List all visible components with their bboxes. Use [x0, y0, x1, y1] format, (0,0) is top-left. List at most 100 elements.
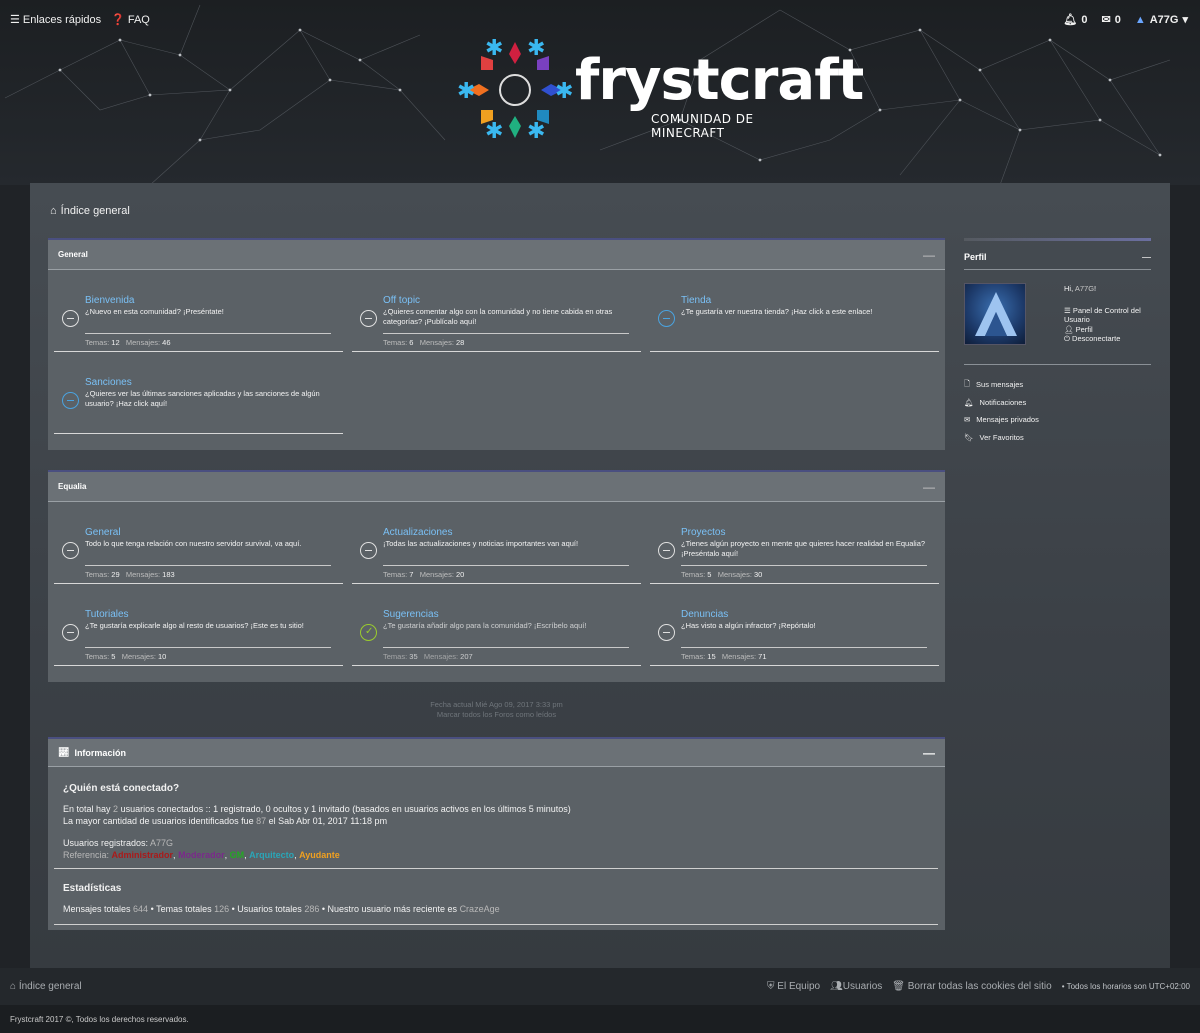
- mark-all-read-link[interactable]: Marcar todos los Foros como leídos: [48, 710, 945, 719]
- site-logo[interactable]: ✱ ✱ ✱ ✱ ✱ ✱ frystcraft COMUNIDAD DE MINE…: [455, 28, 864, 148]
- collapse-icon[interactable]: —: [923, 746, 935, 760]
- forum-title[interactable]: Tienda: [681, 295, 711, 306]
- forum-stats: Temas: 15 Mensajes: 71: [681, 652, 767, 661]
- forum-description: ¡Todas las actualizaciones y noticias im…: [383, 539, 579, 548]
- category-header: Equalia —: [48, 472, 945, 502]
- bookmarks-link[interactable]: 🔖︎ Ver Favoritos: [964, 429, 1039, 447]
- profile-link[interactable]: 👤︎ Perfil: [1064, 325, 1154, 335]
- team-link[interactable]: ⛨ El Equipo: [767, 981, 820, 992]
- info-header: 📈︎ Información —: [48, 739, 945, 767]
- forum-stats: Temas: 12 Mensajes: 46: [85, 338, 171, 347]
- faq-link[interactable]: ❓ FAQ: [111, 13, 150, 27]
- profile-menu: 🗋 Sus mensajes 🔔︎ Notificaciones ✉ Mensajes…: [964, 376, 1039, 446]
- forum-title[interactable]: Tutoriales: [85, 609, 129, 620]
- forum-description: ¿Has visto a algún infractor? ¡Repórtalo…: [681, 621, 816, 630]
- registered-users: Usuarios registrados: A77G: [63, 838, 174, 848]
- ucp-link[interactable]: ☰ Panel de Control del Usuario: [1064, 306, 1154, 325]
- online-summary: En total hay 2 usuarios conectados :: 1 …: [63, 804, 571, 814]
- forum-read-icon: [658, 542, 675, 559]
- forum-stats: Temas: 5 Mensajes: 10: [85, 652, 167, 661]
- collapse-icon[interactable]: —: [1142, 252, 1151, 262]
- members-link[interactable]: 👥︎Usuarios: [830, 981, 882, 992]
- forum-row[interactable]: General Todo lo que tenga relación con n…: [48, 502, 343, 584]
- forum-description: ¿Quieres comentar algo con la comunidad …: [383, 307, 613, 326]
- main-content: ⌂ Índice general General — Bienvenida ¿N…: [30, 183, 1170, 968]
- forum-title[interactable]: Proyectos: [681, 527, 725, 538]
- bookmark-icon: 🔖︎: [964, 432, 974, 442]
- avatar-logo-icon: [975, 292, 1017, 336]
- forum-title[interactable]: Off topic: [383, 295, 420, 306]
- current-date: Fecha actual Mié Ago 09, 2017 3:33 pm: [430, 700, 563, 709]
- forum-stats: Temas: 6 Mensajes: 28: [383, 338, 465, 347]
- forum-title[interactable]: Sugerencias: [383, 609, 439, 620]
- who-online-title: ¿Quién está conectado?: [63, 783, 180, 794]
- private-messages-button[interactable]: ✉ 0: [1101, 13, 1120, 27]
- timezone-note: • Todos los horarios son UTC+02:00: [1061, 982, 1190, 991]
- forum-row[interactable]: Proyectos ¿Tienes algún proyecto en ment…: [644, 502, 939, 584]
- quick-links-menu[interactable]: ☰ Enlaces rápidos: [10, 13, 101, 27]
- svg-text:✱: ✱: [555, 79, 573, 104]
- snowflake-logo-icon: ✱ ✱ ✱ ✱ ✱ ✱: [457, 36, 573, 144]
- bell-icon: 🔔︎: [964, 397, 974, 407]
- footer-nav: ⌂ Índice general ⛨ El Equipo 👥︎Usuarios …: [0, 968, 1200, 1005]
- user-avatar-icon: ▲: [1134, 13, 1146, 26]
- power-icon: ⏻: [1064, 334, 1070, 343]
- svg-text:✱: ✱: [485, 36, 503, 61]
- forum-read-icon: [360, 542, 377, 559]
- svg-text:✱: ✱: [457, 79, 475, 104]
- profile-sidebar: Perfil — Hi, A77G! ☰ Panel de Control de…: [964, 238, 1151, 442]
- svg-text:✱: ✱: [527, 119, 545, 144]
- breadcrumb[interactable]: ⌂ Índice general: [50, 205, 130, 217]
- category-general: General — Bienvenida ¿Nuevo en esta comu…: [48, 238, 945, 450]
- private-messages-link[interactable]: ✉ Mensajes privados: [964, 411, 1039, 429]
- logout-link[interactable]: ⏻ Desconectarte: [1064, 334, 1154, 344]
- logo-subtitle: COMUNIDAD DE MINECRAFT: [651, 112, 754, 140]
- delete-cookies-link[interactable]: 🗑︎ Borrar todas las cookies del sitio: [892, 981, 1051, 992]
- collapse-icon[interactable]: —: [923, 480, 935, 494]
- svg-text:✱: ✱: [485, 119, 503, 144]
- legend-gm[interactable]: GM: [230, 850, 245, 860]
- user-link[interactable]: A77G: [150, 838, 173, 848]
- my-posts-link[interactable]: 🗋 Sus mensajes: [964, 376, 1039, 394]
- notifications-link[interactable]: 🔔︎ Notificaciones: [964, 394, 1039, 412]
- trash-icon: 🗑︎: [892, 981, 905, 992]
- forum-row[interactable]: Off topic ¿Quieres comentar algo con la …: [346, 270, 641, 352]
- forum-title[interactable]: General: [85, 527, 121, 538]
- forum-row[interactable]: ✓ Sugerencias ¿Te gustaría añadir algo p…: [346, 584, 641, 666]
- forum-row[interactable]: Denuncias ¿Has visto a algún infractor? …: [644, 584, 939, 666]
- forum-title[interactable]: Actualizaciones: [383, 527, 452, 538]
- forum-row[interactable]: Tutoriales ¿Te gustaría explicarle algo …: [48, 584, 343, 666]
- question-icon: ❓: [111, 14, 125, 26]
- forum-title[interactable]: Denuncias: [681, 609, 728, 620]
- forum-title[interactable]: Sanciones: [85, 377, 132, 388]
- forum-row[interactable]: Bienvenida ¿Nuevo en esta comunidad? ¡Pr…: [48, 270, 343, 352]
- forum-read-icon: [62, 624, 79, 641]
- collapse-icon[interactable]: —: [923, 248, 935, 262]
- logo-title: frystcraft: [575, 48, 864, 113]
- newest-user-link[interactable]: CrazeAge: [460, 904, 500, 914]
- forum-description: ¿Quieres ver las últimas sanciones aplic…: [85, 389, 320, 408]
- forum-description: ¿Tienes algún proyecto en mente que quie…: [681, 539, 926, 558]
- profile-header: Perfil —: [964, 241, 1151, 270]
- user-menu[interactable]: ▲ A77G ▾: [1134, 13, 1188, 27]
- caret-down-icon: ▾: [1182, 14, 1188, 26]
- forum-row[interactable]: Sanciones ¿Quieres ver las últimas sanci…: [48, 352, 343, 434]
- forum-row[interactable]: Tienda ¿Te gustaría ver nuestra tienda? …: [644, 270, 939, 352]
- footer-index-link[interactable]: ⌂ Índice general: [10, 981, 82, 992]
- category-equalia: Equalia — General Todo lo que tenga rela…: [48, 470, 945, 682]
- info-panel: 📈︎ Información — ¿Quién está conectado? E…: [48, 737, 945, 930]
- legend-moderador[interactable]: Moderador: [178, 850, 225, 860]
- forum-read-icon: [360, 310, 377, 327]
- forum-read-icon: [62, 310, 79, 327]
- legend-ayudante[interactable]: Ayudante: [299, 850, 340, 860]
- forum-stats: Temas: 7 Mensajes: 20: [383, 570, 465, 579]
- legend-arquitecto[interactable]: Arquitecto: [249, 850, 294, 860]
- notifications-button[interactable]: 🔔︎ 0: [1063, 13, 1087, 27]
- forum-row[interactable]: Actualizaciones ¡Todas las actualizacion…: [346, 502, 641, 584]
- avatar[interactable]: [964, 283, 1026, 345]
- forum-title[interactable]: Bienvenida: [85, 295, 134, 306]
- user-icon: 👤︎: [1064, 324, 1074, 334]
- forum-description: ¿Te gustaría explicarle algo al resto de…: [85, 621, 304, 630]
- legend-administrador[interactable]: Administrador: [112, 850, 174, 860]
- forum-description: Todo lo que tenga relación con nuestro s…: [85, 539, 302, 548]
